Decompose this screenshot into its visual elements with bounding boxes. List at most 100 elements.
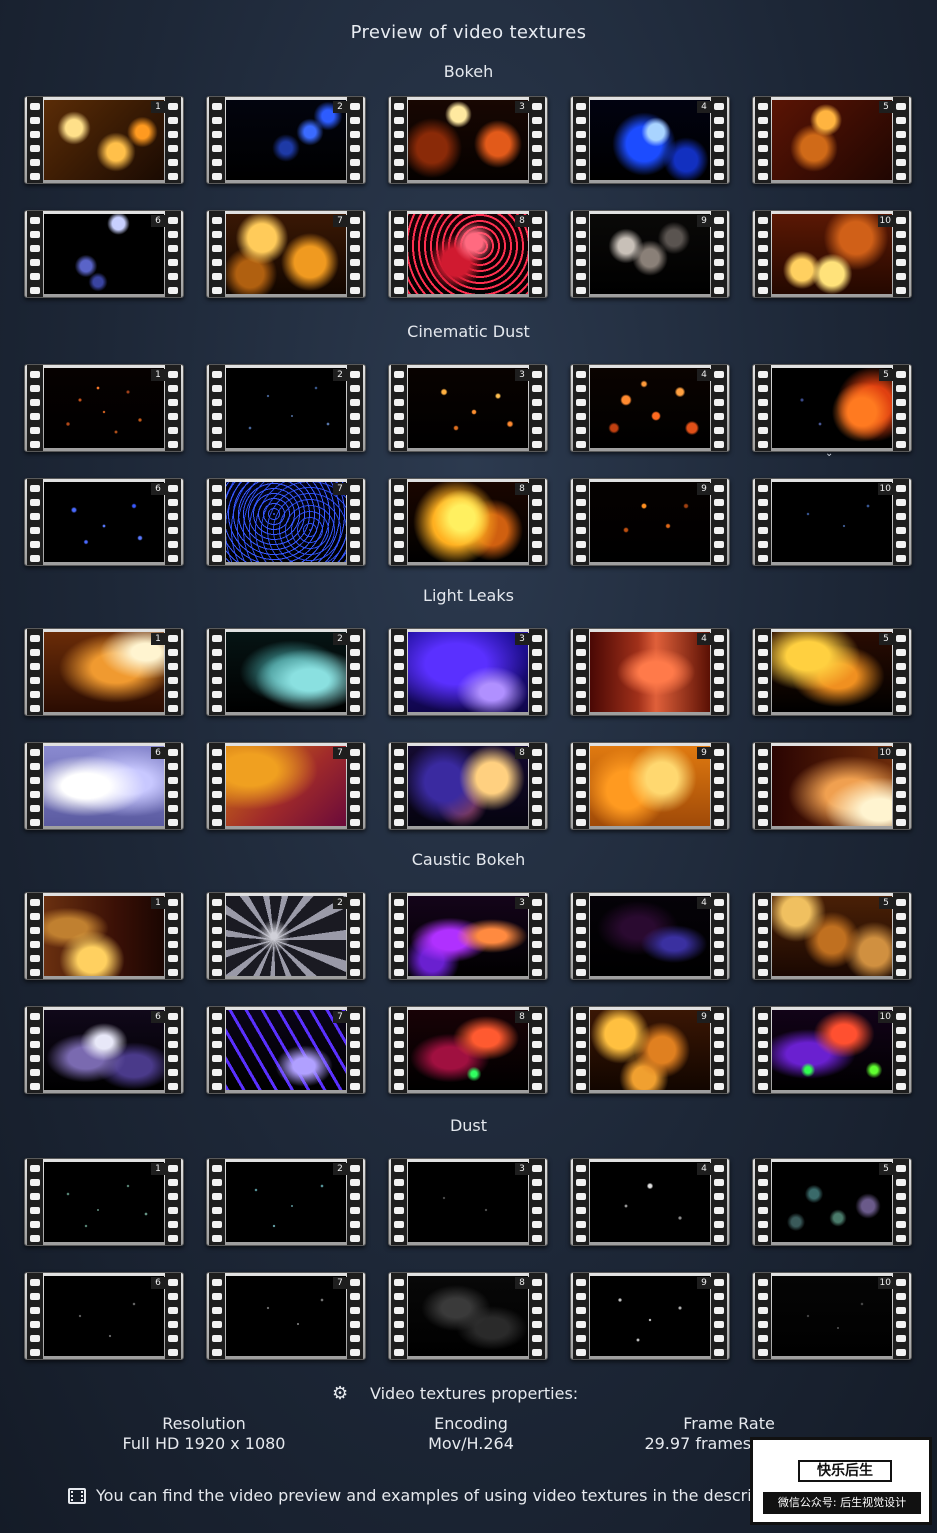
perforation-hole — [394, 649, 404, 656]
perforation-hole — [30, 117, 40, 124]
perforation-hole — [350, 245, 360, 252]
video-thumbnail[interactable]: 9 — [570, 1272, 730, 1360]
perforation-hole — [350, 273, 360, 280]
video-thumbnail[interactable]: 3 — [388, 628, 548, 716]
video-thumbnail[interactable]: 7 — [206, 210, 366, 298]
perforation-hole — [212, 385, 222, 392]
video-thumbnail[interactable]: 4 — [570, 96, 730, 184]
perforation-hole — [714, 777, 724, 784]
texture-preview — [772, 1276, 892, 1356]
film-perforation-strip — [529, 211, 545, 297]
video-thumbnail[interactable]: 7 — [206, 478, 366, 566]
perforation-hole — [30, 173, 40, 180]
video-thumbnail[interactable]: 3 — [388, 96, 548, 184]
video-thumbnail[interactable]: 1 — [24, 892, 184, 980]
perforation-hole — [714, 1221, 724, 1228]
perforation-hole — [30, 649, 40, 656]
perforation-hole — [168, 777, 178, 784]
video-thumbnail[interactable]: 6 — [24, 742, 184, 830]
video-thumbnail[interactable]: 9 — [570, 1006, 730, 1094]
perforation-hole — [714, 485, 724, 492]
video-thumbnail[interactable]: 9 — [570, 742, 730, 830]
video-thumbnail[interactable]: 1 — [24, 628, 184, 716]
perforation-hole — [576, 427, 586, 434]
film-perforation-strip — [755, 1273, 771, 1359]
video-thumbnail[interactable]: 8 — [388, 478, 548, 566]
video-thumbnail[interactable]: 5 — [752, 364, 912, 452]
perforation-hole — [758, 1279, 768, 1286]
perforation-hole — [576, 1321, 586, 1328]
film-perforation-strip — [391, 1007, 407, 1093]
video-thumbnail[interactable]: 4 — [570, 628, 730, 716]
thumbnail-number: 7 — [333, 215, 347, 227]
video-thumbnail[interactable]: 5 — [752, 892, 912, 980]
video-thumbnail[interactable]: 5 — [752, 96, 912, 184]
video-thumbnail[interactable]: 6 — [24, 478, 184, 566]
perforation-hole — [896, 663, 906, 670]
video-thumbnail[interactable]: 3 — [388, 892, 548, 980]
video-thumbnail[interactable]: 3 — [388, 1158, 548, 1246]
video-thumbnail[interactable]: 5 — [752, 1158, 912, 1246]
perforation-hole — [758, 635, 768, 642]
perforation-hole — [896, 955, 906, 962]
video-thumbnail[interactable]: 4 — [570, 1158, 730, 1246]
video-thumbnail[interactable]: 10 — [752, 478, 912, 566]
film-perforation-strip — [529, 1007, 545, 1093]
video-thumbnail[interactable]: 7 — [206, 742, 366, 830]
video-thumbnail[interactable]: 10 — [752, 1272, 912, 1360]
perforation-hole — [350, 1349, 360, 1356]
video-thumbnail[interactable]: 8 — [388, 210, 548, 298]
video-thumbnail[interactable]: 1 — [24, 1158, 184, 1246]
perforation-hole — [896, 1321, 906, 1328]
thumbnail-number: 5 — [879, 369, 893, 381]
video-thumbnail[interactable]: 1 — [24, 96, 184, 184]
video-thumbnail[interactable]: 2 — [206, 96, 366, 184]
film-perforation-strip — [165, 893, 181, 979]
video-thumbnail[interactable]: 2 — [206, 892, 366, 980]
perforation-hole — [168, 1279, 178, 1286]
video-thumbnail[interactable]: 6 — [24, 1006, 184, 1094]
video-thumbnail[interactable]: 5 — [752, 628, 912, 716]
video-thumbnail[interactable]: 4 — [570, 892, 730, 980]
perforation-hole — [758, 217, 768, 224]
film-perforation-strip — [529, 479, 545, 565]
texture-preview — [590, 368, 710, 448]
perforation-hole — [532, 173, 542, 180]
perforation-hole — [896, 245, 906, 252]
video-thumbnail[interactable]: 2 — [206, 1158, 366, 1246]
video-thumbnail[interactable]: 8 — [388, 742, 548, 830]
perforation-hole — [896, 427, 906, 434]
video-thumbnail[interactable]: 1 — [24, 364, 184, 452]
video-thumbnail[interactable]: 10 — [752, 742, 912, 830]
film-perforation-strip — [711, 1159, 727, 1245]
video-thumbnail[interactable]: 8 — [388, 1006, 548, 1094]
perforation-hole — [212, 1083, 222, 1090]
film-icon — [68, 1488, 86, 1504]
perforation-hole — [168, 273, 178, 280]
video-thumbnail[interactable]: 9 — [570, 478, 730, 566]
perforation-hole — [350, 1235, 360, 1242]
video-thumbnail[interactable]: 2 — [206, 364, 366, 452]
perforation-hole — [758, 485, 768, 492]
video-thumbnail[interactable]: 6 — [24, 1272, 184, 1360]
video-thumbnail[interactable]: 6 — [24, 210, 184, 298]
perforation-hole — [30, 899, 40, 906]
perforation-hole — [532, 1279, 542, 1286]
video-thumbnail[interactable]: 10 — [752, 210, 912, 298]
video-thumbnail[interactable]: 9 — [570, 210, 730, 298]
video-thumbnail[interactable]: 2 — [206, 628, 366, 716]
video-thumbnail[interactable]: 4 — [570, 364, 730, 452]
video-thumbnail[interactable]: 7 — [206, 1272, 366, 1360]
perforation-hole — [168, 385, 178, 392]
video-thumbnail[interactable]: 3 — [388, 364, 548, 452]
video-thumbnail[interactable]: 7 — [206, 1006, 366, 1094]
perforation-hole — [350, 1307, 360, 1314]
perforation-hole — [394, 217, 404, 224]
perforation-hole — [896, 103, 906, 110]
perforation-hole — [576, 763, 586, 770]
video-thumbnail[interactable]: 10 — [752, 1006, 912, 1094]
perforation-hole — [532, 1349, 542, 1356]
video-thumbnail[interactable]: 8 — [388, 1272, 548, 1360]
perforation-hole — [30, 145, 40, 152]
encoding-value: Mov/H.264 — [428, 1434, 514, 1453]
